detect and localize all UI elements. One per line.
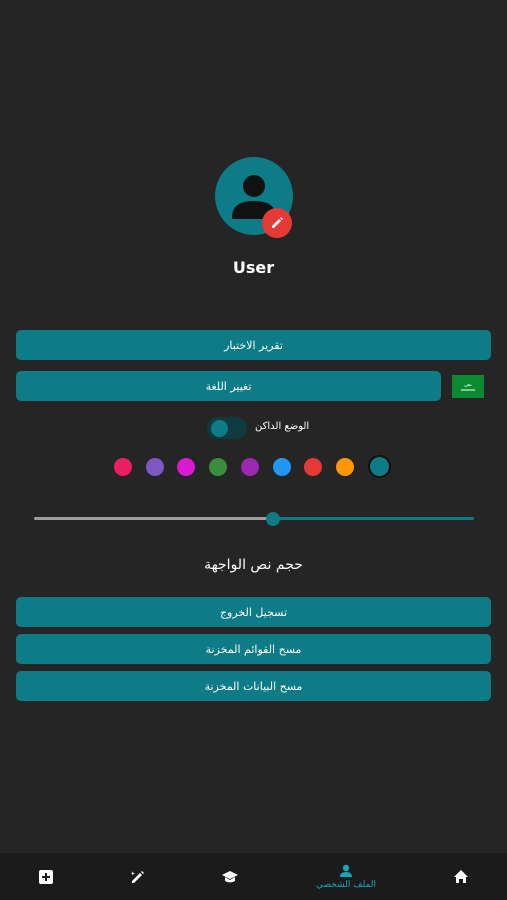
- graduation-cap-icon: [222, 870, 238, 882]
- color-swatch-teal-selected[interactable]: [368, 455, 391, 478]
- logout-button[interactable]: تسجيل الخروج: [16, 597, 491, 627]
- edit-avatar-button[interactable]: [262, 208, 292, 238]
- theme-color-picker: [0, 454, 507, 480]
- saudi-flag-icon[interactable]: نص: [452, 375, 484, 398]
- test-report-button[interactable]: تقرير الاختبار: [16, 330, 491, 360]
- color-swatch-red[interactable]: [304, 458, 322, 476]
- color-swatch-orange[interactable]: [336, 458, 354, 476]
- change-language-button[interactable]: تغيير اللغة: [16, 371, 441, 401]
- nav-item-home[interactable]: [445, 853, 477, 900]
- clear-data-button[interactable]: مسح البيانات المخزنة: [16, 671, 491, 701]
- nav-item-profile[interactable]: الملف الشخصي: [306, 853, 386, 900]
- nav-label-profile: الملف الشخصي: [316, 879, 376, 890]
- home-icon: [454, 870, 468, 883]
- color-swatch-purple[interactable]: [241, 458, 259, 476]
- nav-item-edit[interactable]: [122, 853, 154, 900]
- color-swatch-magenta[interactable]: [177, 458, 195, 476]
- add-box-icon: [39, 869, 53, 884]
- nav-item-add[interactable]: [30, 853, 62, 900]
- color-swatch-deep-purple[interactable]: [146, 458, 164, 476]
- slider-track-active: [273, 517, 474, 520]
- color-swatch-blue[interactable]: [273, 458, 291, 476]
- font-size-slider[interactable]: [34, 512, 474, 526]
- dark-mode-row: الوضع الداكن: [205, 416, 315, 440]
- pencil-icon: [272, 217, 283, 228]
- slider-thumb[interactable]: [266, 512, 280, 526]
- toggle-thumb[interactable]: [211, 420, 228, 437]
- clear-lists-button[interactable]: مسح القوائم المخزنة: [16, 634, 491, 664]
- dark-mode-label: الوضع الداكن: [255, 421, 310, 432]
- bottom-navigation: الملف الشخصي: [0, 853, 507, 900]
- person-icon: [340, 864, 352, 877]
- username: User: [232, 258, 275, 277]
- color-swatch-green[interactable]: [209, 458, 227, 476]
- font-size-title: حجم نص الواجهة: [204, 557, 303, 573]
- nav-item-courses[interactable]: [214, 853, 246, 900]
- pencil-edit-icon: [131, 870, 144, 883]
- slider-track-inactive: [34, 517, 273, 520]
- dark-mode-toggle[interactable]: [207, 417, 247, 439]
- color-swatch-pink[interactable]: [114, 458, 132, 476]
